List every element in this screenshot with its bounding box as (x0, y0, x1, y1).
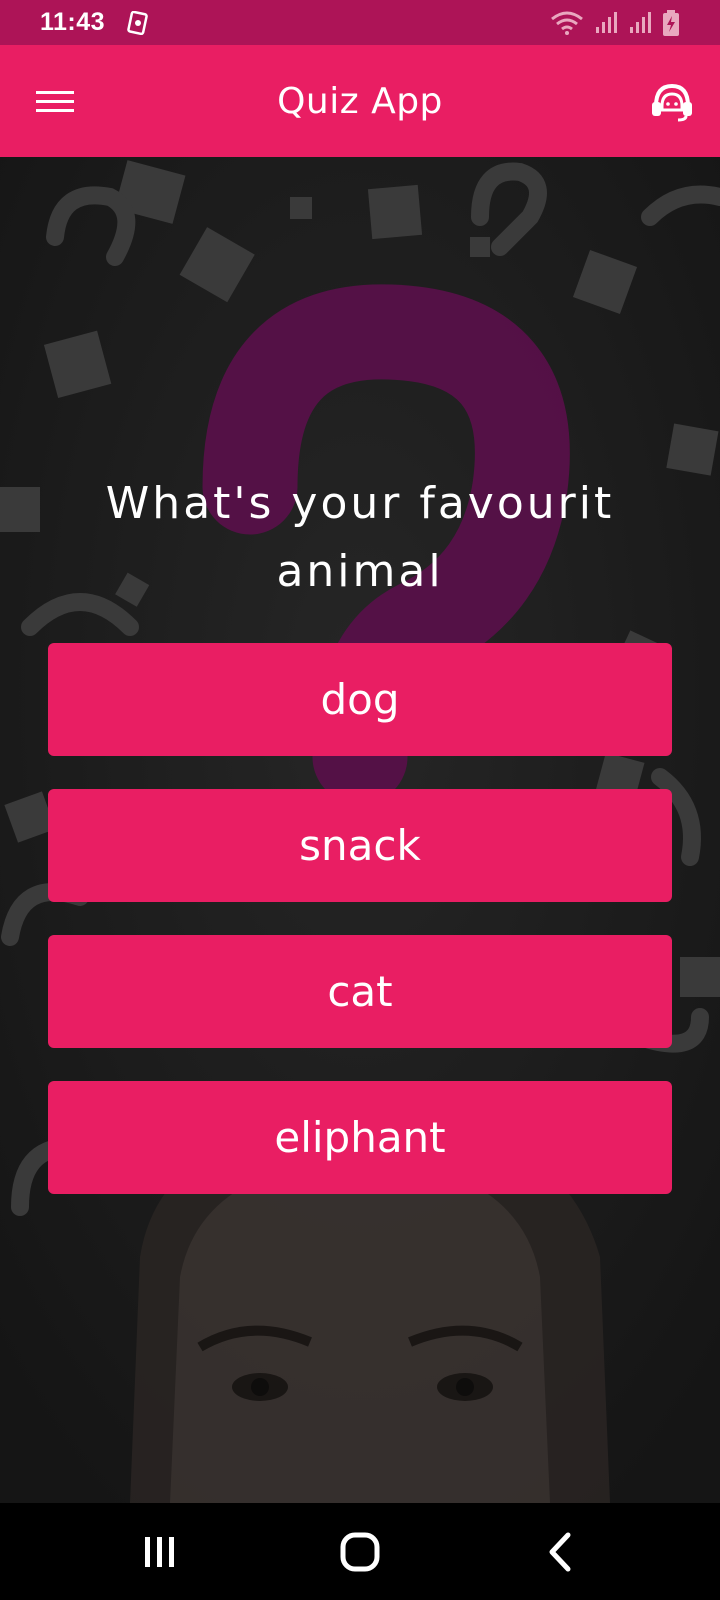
back-icon[interactable] (530, 1527, 590, 1577)
home-icon[interactable] (330, 1527, 390, 1577)
question-text: What's your favourit animal (105, 478, 615, 597)
recents-icon[interactable] (130, 1527, 190, 1577)
menu-icon[interactable] (36, 85, 74, 117)
battery-icon (663, 9, 679, 36)
answer-button-snack[interactable]: snack (48, 789, 672, 902)
wifi-icon (551, 11, 583, 35)
app-title: Quiz App (277, 80, 443, 122)
navigation-bar (0, 1503, 720, 1600)
headset-support-icon[interactable] (650, 80, 694, 124)
signal-icon-2 (630, 11, 651, 33)
app-bar: Quiz App (0, 45, 720, 157)
status-time: 11:43 (40, 8, 106, 36)
answer-button-cat[interactable]: cat (48, 935, 672, 1048)
signal-icon-1 (596, 11, 617, 33)
status-bar: 11:43 (0, 0, 720, 45)
answer-button-eliphant[interactable]: eliphant (48, 1081, 672, 1194)
notification-icon (127, 10, 148, 35)
answer-button-dog[interactable]: dog (48, 643, 672, 756)
